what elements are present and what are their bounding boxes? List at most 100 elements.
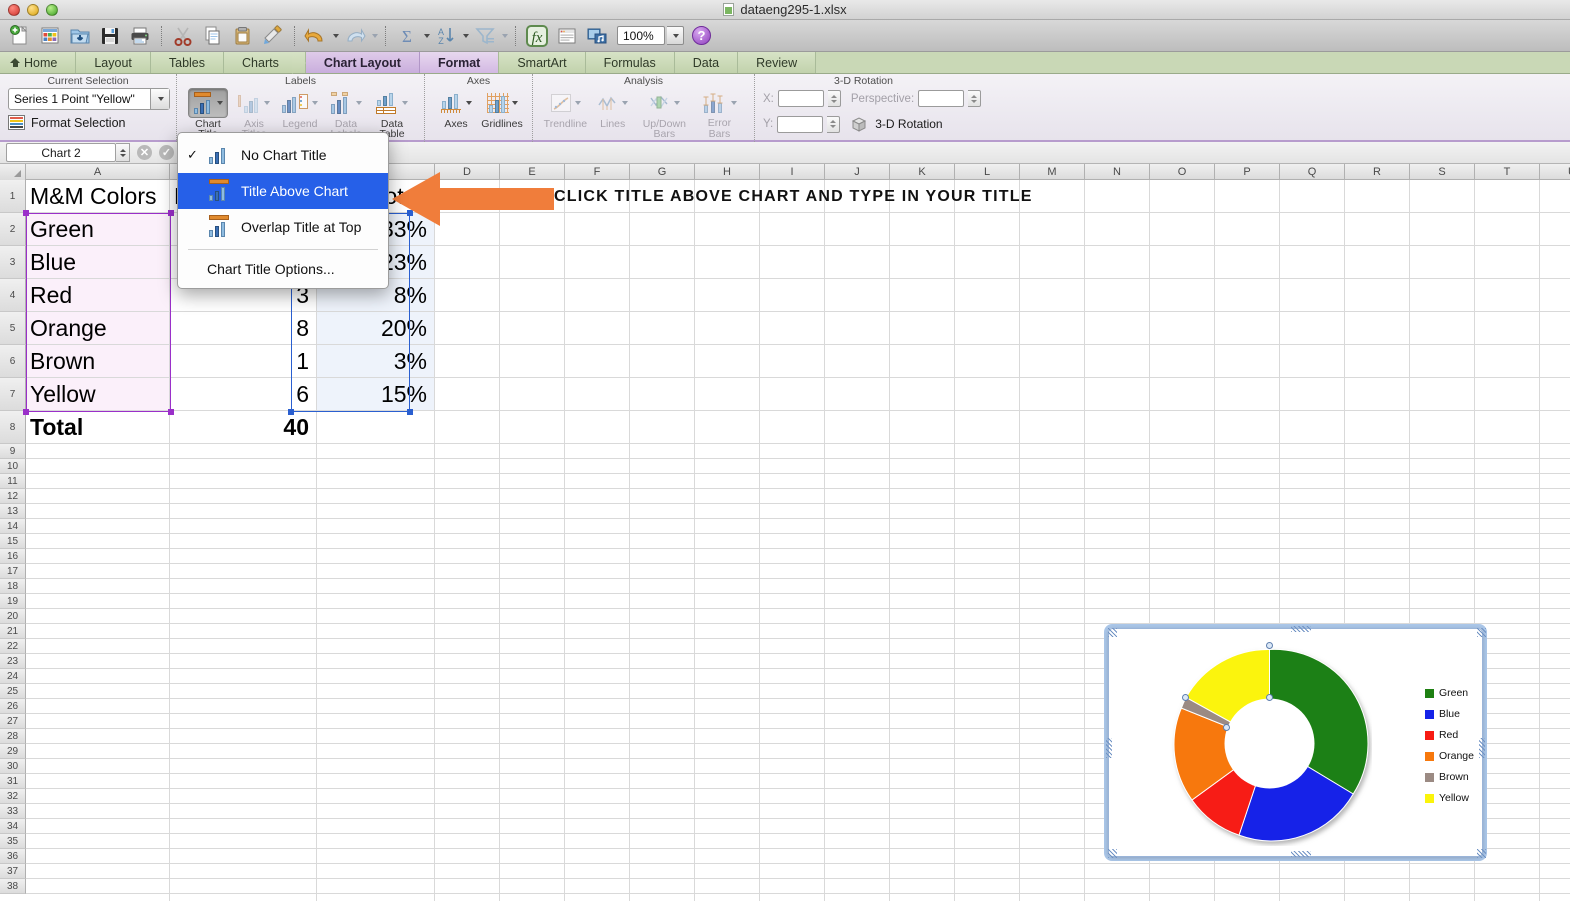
cell-empty[interactable] xyxy=(1540,579,1570,593)
cell-empty[interactable] xyxy=(825,834,890,848)
cell-empty[interactable] xyxy=(565,744,630,758)
cell-c7[interactable]: 15% xyxy=(317,378,435,410)
cell-empty[interactable] xyxy=(825,624,890,638)
cell-empty[interactable] xyxy=(435,519,500,533)
cell-empty[interactable] xyxy=(170,804,317,818)
gridlines-button[interactable]: Gridlines xyxy=(479,88,525,140)
cell-u5[interactable] xyxy=(1540,312,1570,344)
cell-empty[interactable] xyxy=(565,639,630,653)
axis-titles-icon[interactable] xyxy=(238,88,270,118)
cell-empty[interactable] xyxy=(760,714,825,728)
cell-empty[interactable] xyxy=(760,849,825,863)
cell-empty[interactable] xyxy=(955,564,1020,578)
cell-empty[interactable] xyxy=(890,894,955,901)
name-box[interactable]: Chart 2 xyxy=(6,143,116,162)
cell-empty[interactable] xyxy=(1150,579,1215,593)
cell-m4[interactable] xyxy=(1020,279,1085,311)
filter-dropdown-caret[interactable] xyxy=(502,33,508,38)
cell-empty[interactable] xyxy=(630,474,695,488)
cell-empty[interactable] xyxy=(825,519,890,533)
cell-r7[interactable] xyxy=(1345,378,1410,410)
cell-empty[interactable] xyxy=(435,894,500,901)
cell-empty[interactable] xyxy=(26,609,170,623)
row-header[interactable]: 10 xyxy=(0,459,26,474)
selection-handle[interactable] xyxy=(407,409,413,415)
cell-empty[interactable] xyxy=(500,504,565,518)
column-header-u[interactable]: U xyxy=(1540,164,1570,180)
cell-empty[interactable] xyxy=(630,669,695,683)
row-header[interactable]: 1 xyxy=(0,180,26,213)
cell-k2[interactable] xyxy=(890,213,955,245)
cell-g7[interactable] xyxy=(630,378,695,410)
cell-empty[interactable] xyxy=(1020,534,1085,548)
cell-r4[interactable] xyxy=(1345,279,1410,311)
autosum-dropdown-caret[interactable] xyxy=(424,33,430,38)
cell-empty[interactable] xyxy=(760,624,825,638)
cell-empty[interactable] xyxy=(955,534,1020,548)
column-header-s[interactable]: S xyxy=(1410,164,1475,180)
cell-f1[interactable] xyxy=(565,180,630,212)
cell-empty[interactable] xyxy=(955,819,1020,833)
cell-empty[interactable] xyxy=(1020,894,1085,901)
cell-q7[interactable] xyxy=(1280,378,1345,410)
cell-j5[interactable] xyxy=(825,312,890,344)
perspective-field[interactable]: Perspective: xyxy=(851,90,982,107)
cell-t6[interactable] xyxy=(1475,345,1540,377)
cell-empty[interactable] xyxy=(170,864,317,878)
select-all-corner[interactable] xyxy=(0,164,26,180)
column-header-t[interactable]: T xyxy=(1475,164,1540,180)
cell-empty[interactable] xyxy=(890,459,955,473)
resize-handle-nw[interactable] xyxy=(1108,628,1117,637)
row-header[interactable]: 19 xyxy=(0,594,26,609)
cell-empty[interactable] xyxy=(955,519,1020,533)
cell-empty[interactable] xyxy=(1150,879,1215,893)
cell-b8[interactable]: 40 xyxy=(170,411,317,443)
cell-empty[interactable] xyxy=(317,849,435,863)
cell-empty[interactable] xyxy=(630,534,695,548)
cell-d8[interactable] xyxy=(435,411,500,443)
cell-empty[interactable] xyxy=(1475,594,1540,608)
cell-r6[interactable] xyxy=(1345,345,1410,377)
cell-empty[interactable] xyxy=(170,564,317,578)
cell-empty[interactable] xyxy=(1345,594,1410,608)
cell-empty[interactable] xyxy=(317,699,435,713)
cell-d6[interactable] xyxy=(435,345,500,377)
cell-empty[interactable] xyxy=(695,624,760,638)
cell-empty[interactable] xyxy=(1345,474,1410,488)
cell-empty[interactable] xyxy=(170,549,317,563)
sort-az-icon[interactable]: AZ xyxy=(432,22,460,50)
data-point-handle[interactable] xyxy=(1266,642,1273,649)
chart-title-dropdown-menu[interactable]: ✓ No Chart Title Title Above Chart Overl… xyxy=(177,132,389,289)
cell-empty[interactable] xyxy=(695,444,760,458)
cell-r1[interactable] xyxy=(1345,180,1410,212)
cell-empty[interactable] xyxy=(1150,519,1215,533)
cell-j6[interactable] xyxy=(825,345,890,377)
cell-empty[interactable] xyxy=(500,894,565,901)
row-header[interactable]: 9 xyxy=(0,444,26,459)
legend-item[interactable]: Yellow xyxy=(1424,792,1474,804)
lines-button[interactable]: Lines xyxy=(590,88,636,140)
cell-empty[interactable] xyxy=(890,564,955,578)
cell-empty[interactable] xyxy=(565,759,630,773)
cell-k4[interactable] xyxy=(890,279,955,311)
cell-empty[interactable] xyxy=(1150,609,1215,623)
cell-empty[interactable] xyxy=(500,549,565,563)
cell-empty[interactable] xyxy=(1215,474,1280,488)
cell-empty[interactable] xyxy=(1020,789,1085,803)
cell-empty[interactable] xyxy=(317,564,435,578)
cell-empty[interactable] xyxy=(317,894,435,901)
cell-empty[interactable] xyxy=(695,714,760,728)
cell-empty[interactable] xyxy=(1475,534,1540,548)
cell-empty[interactable] xyxy=(565,504,630,518)
row-header[interactable]: 33 xyxy=(0,804,26,819)
cell-p4[interactable] xyxy=(1215,279,1280,311)
tab-home[interactable]: Home xyxy=(0,52,77,73)
cell-empty[interactable] xyxy=(695,864,760,878)
cell-empty[interactable] xyxy=(1345,894,1410,901)
cell-m7[interactable] xyxy=(1020,378,1085,410)
cell-empty[interactable] xyxy=(170,849,317,863)
resize-handle-n[interactable] xyxy=(1291,626,1311,632)
cell-b5[interactable]: 8 xyxy=(170,312,317,344)
cell-k3[interactable] xyxy=(890,246,955,278)
cell-empty[interactable] xyxy=(1215,609,1280,623)
